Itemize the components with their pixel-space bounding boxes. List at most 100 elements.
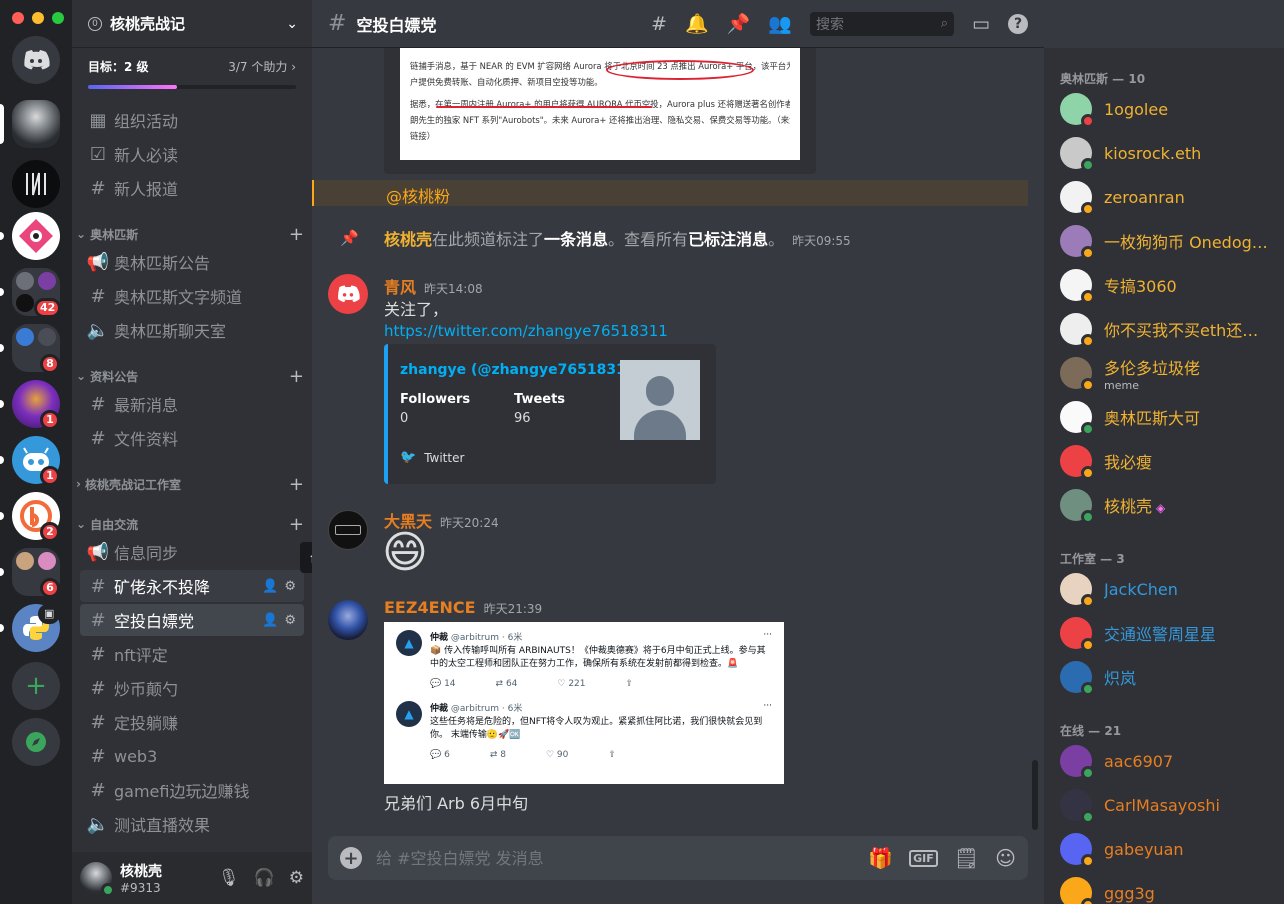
sticker-icon[interactable]: 🗒 bbox=[954, 846, 979, 870]
gif-button[interactable]: GIF bbox=[909, 849, 938, 867]
member-item[interactable]: 奥林匹斯大可 bbox=[1060, 396, 1276, 438]
category-olympus[interactable]: ⌄ 奥林匹斯 + bbox=[76, 224, 304, 245]
gear-icon[interactable]: ⚙ bbox=[284, 579, 296, 594]
inbox-icon[interactable]: ▭ bbox=[972, 13, 990, 35]
channel-files[interactable]: # 文件资料 bbox=[80, 422, 304, 454]
status-online-icon bbox=[1081, 158, 1095, 172]
avatar[interactable] bbox=[328, 274, 368, 314]
home-button[interactable] bbox=[12, 36, 60, 84]
tweet-screenshot[interactable]: ▲ 仲裁 @arbitrum · 6米 ··· 📦 传入传输呼叫所有 ARBINA… bbox=[384, 622, 784, 784]
article-image[interactable]: 链捕手消息，基于 NEAR 的 EVM 扩容网络 Aurora 将于北京时间 2… bbox=[400, 48, 800, 160]
headphones-icon[interactable]: 🎧 bbox=[254, 868, 275, 888]
pinned-message-link[interactable]: 一条消息 bbox=[544, 230, 608, 249]
emoji-icon[interactable]: ☺ bbox=[995, 846, 1016, 870]
category-studio[interactable]: › 核桃壳战记工作室 + bbox=[76, 474, 304, 495]
members-icon[interactable]: 👥 bbox=[768, 12, 792, 35]
channel-organize[interactable]: ▦ 组织活动 bbox=[80, 104, 304, 136]
pinned-messages-link[interactable]: 已标注消息 bbox=[688, 230, 768, 249]
boost-goal[interactable]: 目标：2 级 3/7 个助力 › bbox=[88, 58, 296, 89]
member-item[interactable]: 一枚狗狗币 Onedogecoin bbox=[1060, 220, 1276, 262]
embed-title[interactable]: zhangye (@zhangye76518311) bbox=[400, 362, 642, 378]
upload-plus-icon[interactable]: + bbox=[340, 847, 362, 869]
add-server-button[interactable]: + bbox=[12, 662, 60, 710]
create-channel-button[interactable]: + bbox=[289, 474, 304, 495]
microphone-icon[interactable]: 🎙 bbox=[218, 868, 240, 888]
status-idle-icon bbox=[1081, 334, 1095, 348]
guild-name: 核桃壳战记 bbox=[110, 15, 186, 33]
member-item[interactable]: 炽岚 bbox=[1060, 656, 1276, 698]
channel-dca[interactable]: # 定投躺赚 bbox=[80, 706, 304, 738]
member-item[interactable]: 交通巡警周星星 bbox=[1060, 612, 1276, 654]
status-idle-icon bbox=[1081, 290, 1095, 304]
member-item[interactable]: aac6907 bbox=[1060, 740, 1276, 782]
minimize-window-button[interactable] bbox=[32, 12, 44, 24]
channel-intro[interactable]: # 新人报道 bbox=[80, 172, 304, 204]
gift-icon[interactable]: 🎁 bbox=[868, 846, 893, 870]
server-n-logo[interactable] bbox=[12, 160, 60, 208]
channel-airdrop[interactable]: # 空投白嫖党 👤 ⚙ bbox=[80, 604, 304, 636]
channel-olympus-voice[interactable]: 🔈 奥林匹斯聊天室 bbox=[80, 314, 304, 346]
member-item[interactable]: CarlMasayoshi bbox=[1060, 784, 1276, 826]
search-input[interactable]: 搜索 ⌕ bbox=[810, 11, 955, 36]
category-free-talk[interactable]: ⌄ 自由交流 + bbox=[76, 514, 304, 535]
close-window-button[interactable] bbox=[12, 12, 24, 24]
message-link[interactable]: https://twitter.com/zhangye76518311 bbox=[384, 322, 668, 340]
embed-thumbnail[interactable] bbox=[620, 360, 700, 440]
avatar[interactable] bbox=[80, 862, 115, 897]
guild-header[interactable]: 0 核桃壳战记 ⌄ bbox=[72, 0, 312, 48]
server-astronaut[interactable] bbox=[12, 100, 60, 148]
pin-icon[interactable]: 📌 bbox=[727, 12, 751, 35]
member-item[interactable]: 专搞3060 bbox=[1060, 264, 1276, 306]
channel-olympus-announcement[interactable]: 📢 奥林匹斯公告 bbox=[80, 246, 304, 278]
bell-icon[interactable]: 🔔 bbox=[685, 12, 709, 35]
message-author[interactable]: 青风 bbox=[384, 278, 416, 297]
message-author[interactable]: EEZ4ENCE bbox=[384, 598, 476, 617]
zoom-window-button[interactable] bbox=[52, 12, 64, 24]
member-item[interactable]: kiosrock.eth bbox=[1060, 132, 1276, 174]
channel-miners[interactable]: # 矿佬永不投降 👤 ⚙ bbox=[80, 570, 304, 602]
explore-servers-button[interactable] bbox=[12, 718, 60, 766]
member-item[interactable]: 多伦多垃圾佬 meme bbox=[1060, 352, 1276, 394]
guild-count-badge: 0 bbox=[88, 16, 102, 31]
hash-icon: # bbox=[90, 711, 106, 733]
create-channel-tooltip: 创建频道 bbox=[300, 542, 312, 573]
channel-trading[interactable]: # 炒币颠勺 bbox=[80, 672, 304, 704]
channel-info-sync[interactable]: 📢 信息同步 bbox=[80, 536, 304, 568]
category-resources[interactable]: ⌄ 资料公告 + bbox=[76, 366, 304, 387]
channel-gamefi[interactable]: # gamefi边玩边赚钱 bbox=[80, 774, 304, 806]
member-item[interactable]: ggg3g bbox=[1060, 872, 1276, 904]
avatar[interactable] bbox=[328, 510, 368, 550]
member-item[interactable]: 我必瘦 bbox=[1060, 440, 1276, 482]
server-pink-diamond[interactable] bbox=[12, 212, 60, 260]
message-input[interactable] bbox=[376, 848, 853, 868]
member-item[interactable]: 你不买我不买eth还能涨吗 bbox=[1060, 308, 1276, 350]
channel-olympus-text[interactable]: # 奥林匹斯文字频道 bbox=[80, 280, 304, 312]
mention-text[interactable]: @核桃粉 bbox=[386, 183, 450, 207]
gear-icon[interactable]: ⚙ bbox=[284, 613, 296, 628]
invite-icon[interactable]: 👤 bbox=[262, 579, 278, 594]
member-item[interactable]: 核桃壳 ◈ bbox=[1060, 484, 1276, 526]
channel-rules[interactable]: ☑ 新人必读 bbox=[80, 138, 304, 170]
avatar[interactable] bbox=[328, 600, 368, 640]
channel-live-test[interactable]: 🔈 测试直播效果 bbox=[80, 808, 304, 840]
channel-nft[interactable]: # nft评定 bbox=[80, 638, 304, 670]
help-icon[interactable]: ? bbox=[1008, 13, 1028, 34]
scrollbar[interactable] bbox=[1032, 760, 1038, 830]
channel-web3[interactable]: # web3 bbox=[80, 740, 304, 772]
message-3-header: EEZ4ENCE 昨天21:39 bbox=[384, 598, 542, 617]
retweet-icon: ⇄ 8 bbox=[489, 750, 506, 760]
member-item[interactable]: gabeyuan bbox=[1060, 828, 1276, 870]
member-item[interactable]: zeroanran bbox=[1060, 176, 1276, 218]
threads-icon[interactable]: # bbox=[651, 13, 667, 35]
grin-emoji[interactable]: 😄 bbox=[382, 528, 428, 578]
member-item[interactable]: JackChen bbox=[1060, 568, 1276, 610]
pin-user[interactable]: 核桃壳 bbox=[384, 230, 432, 249]
create-channel-button[interactable]: + bbox=[289, 514, 304, 535]
invite-icon[interactable]: 👤 bbox=[262, 613, 278, 628]
member-item[interactable]: 1ogolee bbox=[1060, 88, 1276, 130]
channel-latest-news[interactable]: # 最新消息 bbox=[80, 388, 304, 420]
create-channel-button[interactable]: + bbox=[289, 224, 304, 245]
create-channel-button[interactable]: + bbox=[289, 366, 304, 387]
user-settings-gear-icon[interactable]: ⚙ bbox=[289, 868, 304, 888]
avatar bbox=[1060, 745, 1095, 780]
